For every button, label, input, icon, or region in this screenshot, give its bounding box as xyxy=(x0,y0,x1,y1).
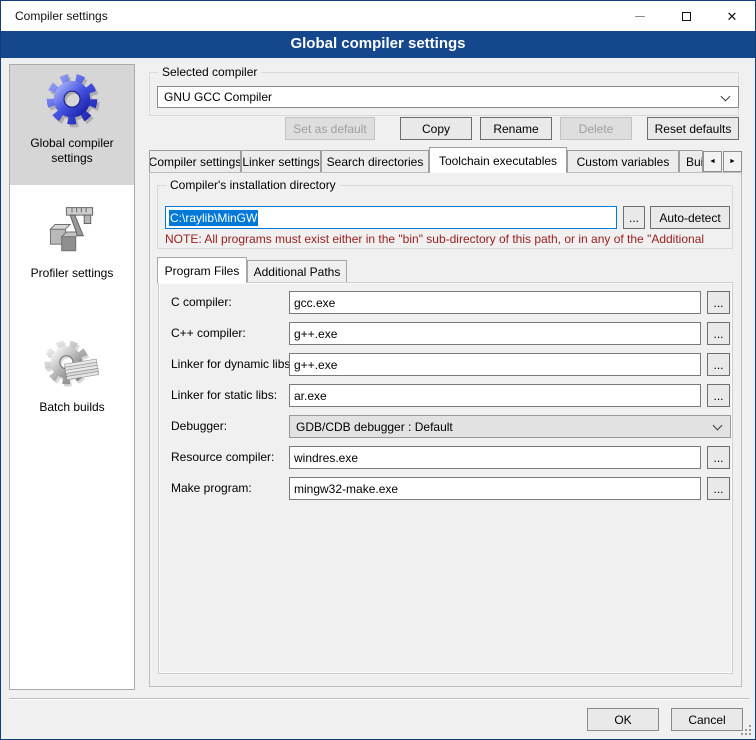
chevron-down-icon xyxy=(721,92,731,102)
cpp-compiler-input[interactable] xyxy=(289,322,701,345)
compiler-select-value: GNU GCC Compiler xyxy=(164,90,272,104)
debugger-select-value: GDB/CDB debugger : Default xyxy=(296,420,453,434)
tab-build-options-clipped[interactable]: Build options xyxy=(679,150,703,173)
debugger-label: Debugger: xyxy=(171,415,227,438)
tab-search-directories[interactable]: Search directories xyxy=(321,150,429,173)
resize-grip[interactable] xyxy=(741,725,751,735)
bin-subdirectory-note: NOTE: All programs must exist either in … xyxy=(165,232,731,246)
arrow-left-icon: ◄ xyxy=(709,158,716,165)
tab-custom-variables[interactable]: Custom variables xyxy=(567,150,679,173)
sidebar-item-label: Global compiler settings xyxy=(17,136,127,166)
chevron-down-icon xyxy=(713,421,723,431)
tab-compiler-settings[interactable]: Compiler settings xyxy=(149,150,241,173)
caliper-tool-icon xyxy=(40,202,104,262)
compiler-select[interactable]: GNU GCC Compiler xyxy=(157,86,739,108)
selected-compiler-group-label: Selected compiler xyxy=(158,65,261,79)
sidebar-item-label: Profiler settings xyxy=(17,266,127,281)
reset-defaults-button[interactable]: Reset defaults xyxy=(647,117,739,140)
settings-category-list: Global compiler settings Profiler s xyxy=(9,64,135,690)
blue-gear-icon xyxy=(40,72,104,132)
page-title: Global compiler settings xyxy=(1,31,755,58)
installation-directory-input[interactable]: C:\raylib\MinGW xyxy=(165,206,617,229)
c-compiler-label: C compiler: xyxy=(171,291,232,314)
installation-directory-group-label: Compiler's installation directory xyxy=(166,178,340,192)
sidebar-item-label: Batch builds xyxy=(17,400,127,415)
footer-separator xyxy=(9,698,749,700)
sidebar-item-profiler-settings[interactable]: Profiler settings xyxy=(10,195,134,303)
maximize-icon xyxy=(682,12,691,21)
linker-static-input[interactable] xyxy=(289,384,701,407)
rename-button[interactable]: Rename xyxy=(480,117,552,140)
minimize-icon xyxy=(635,16,645,17)
compiler-settings-dialog: Compiler settings ✕ Global compiler sett… xyxy=(0,0,756,740)
minimize-button[interactable] xyxy=(617,1,663,31)
gray-gear-stack-icon xyxy=(40,336,104,396)
sidebar-item-batch-builds[interactable]: Batch builds xyxy=(10,329,134,429)
arrow-right-icon: ► xyxy=(729,158,736,165)
tab-toolchain-executables[interactable]: Toolchain executables xyxy=(429,147,567,173)
c-compiler-input[interactable] xyxy=(289,291,701,314)
browse-directory-button[interactable]: ... xyxy=(623,206,645,229)
c-compiler-browse-button[interactable]: ... xyxy=(707,291,730,314)
auto-detect-button[interactable]: Auto-detect xyxy=(650,206,730,229)
linker-dynamic-input[interactable] xyxy=(289,353,701,376)
window-title: Compiler settings xyxy=(15,9,108,23)
debugger-select[interactable]: GDB/CDB debugger : Default xyxy=(289,415,731,438)
tab-program-files[interactable]: Program Files xyxy=(157,257,247,283)
ok-button[interactable]: OK xyxy=(587,708,659,731)
cpp-compiler-browse-button[interactable]: ... xyxy=(707,322,730,345)
linker-dynamic-browse-button[interactable]: ... xyxy=(707,353,730,376)
close-button[interactable]: ✕ xyxy=(709,1,755,31)
tab-scroll-left-button[interactable]: ◄ xyxy=(703,151,722,172)
make-program-label: Make program: xyxy=(171,477,252,500)
maximize-button[interactable] xyxy=(663,1,709,31)
set-as-default-button: Set as default xyxy=(285,117,375,140)
tab-linker-settings[interactable]: Linker settings xyxy=(241,150,321,173)
resource-compiler-browse-button[interactable]: ... xyxy=(707,446,730,469)
cpp-compiler-label: C++ compiler: xyxy=(171,322,246,345)
delete-button: Delete xyxy=(560,117,632,140)
resource-compiler-label: Resource compiler: xyxy=(171,446,274,469)
installation-directory-selected-text: C:\raylib\MinGW xyxy=(169,210,258,226)
linker-dynamic-label: Linker for dynamic libs: xyxy=(171,353,294,376)
make-program-input[interactable] xyxy=(289,477,701,500)
close-icon: ✕ xyxy=(727,10,738,23)
copy-button[interactable]: Copy xyxy=(400,117,472,140)
resource-compiler-input[interactable] xyxy=(289,446,701,469)
cancel-button[interactable]: Cancel xyxy=(671,708,743,731)
tab-additional-paths[interactable]: Additional Paths xyxy=(247,260,347,283)
tab-scroll-right-button[interactable]: ► xyxy=(723,151,742,172)
sidebar-item-global-compiler-settings[interactable]: Global compiler settings xyxy=(10,65,134,185)
make-program-browse-button[interactable]: ... xyxy=(707,477,730,500)
linker-static-browse-button[interactable]: ... xyxy=(707,384,730,407)
linker-static-label: Linker for static libs: xyxy=(171,384,277,407)
